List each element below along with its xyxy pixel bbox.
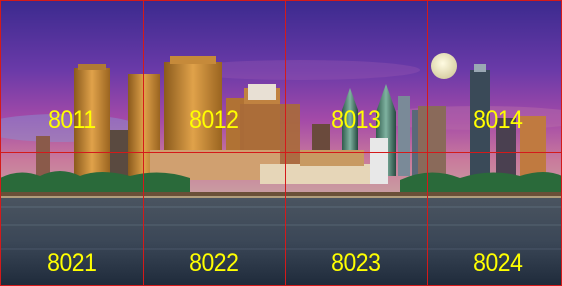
tile-8011[interactable]: 8011 [2,0,142,143]
tile-label: 8012 [189,106,239,134]
tile-8021[interactable]: 8021 [2,143,142,286]
video-wall-grid: 8011 8012 8013 8014 8021 8022 8023 8024 [0,0,562,286]
tile-label: 8022 [189,249,239,277]
tile-8023[interactable]: 8023 [286,143,426,286]
tile-8012[interactable]: 8012 [144,0,284,143]
tile-8014[interactable]: 8014 [428,0,562,143]
tile-8024[interactable]: 8024 [428,143,562,286]
tile-label: 8013 [331,106,381,134]
tile-label: 8021 [47,249,97,277]
tile-label: 8024 [473,249,523,277]
tile-8013[interactable]: 8013 [286,0,426,143]
tile-label: 8014 [473,106,523,134]
tile-label: 8011 [48,106,96,134]
tile-8022[interactable]: 8022 [144,143,284,286]
tile-label: 8023 [331,249,381,277]
